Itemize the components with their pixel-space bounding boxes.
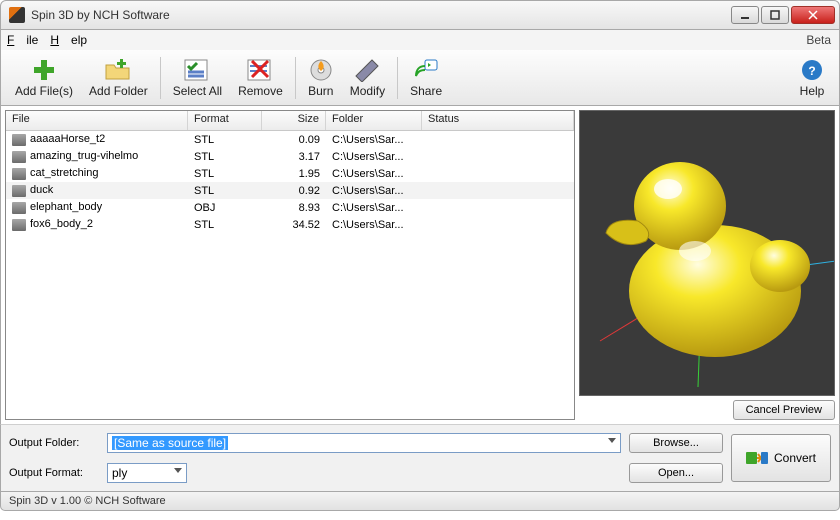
- col-folder[interactable]: Folder: [326, 111, 422, 130]
- plus-icon: [31, 57, 57, 83]
- select-all-button[interactable]: Select All: [165, 55, 230, 100]
- menu-file[interactable]: File: [7, 33, 38, 47]
- table-row[interactable]: fox6_body_2STL34.52C:\Users\Sar...: [6, 216, 574, 233]
- col-file[interactable]: File: [6, 111, 188, 130]
- open-button[interactable]: Open...: [629, 463, 723, 483]
- app-icon: [9, 7, 25, 23]
- output-folder-combo[interactable]: [Same as source file]: [107, 433, 621, 453]
- table-row[interactable]: elephant_bodyOBJ8.93C:\Users\Sar...: [6, 199, 574, 216]
- menu-bar: File Help Beta: [0, 30, 840, 50]
- col-format[interactable]: Format: [188, 111, 262, 130]
- title-bar: Spin 3D by NCH Software: [0, 0, 840, 30]
- file-icon: [12, 134, 26, 146]
- file-icon: [12, 185, 26, 197]
- share-icon: [413, 57, 439, 83]
- file-list[interactable]: File Format Size Folder Status aaaaaHors…: [5, 110, 575, 420]
- column-headers: File Format Size Folder Status: [6, 111, 574, 131]
- file-icon: [12, 202, 26, 214]
- file-icon: [12, 151, 26, 163]
- minimize-button[interactable]: [731, 6, 759, 24]
- folder-plus-icon: [105, 57, 131, 83]
- preview-3d[interactable]: [579, 110, 835, 396]
- close-button[interactable]: [791, 6, 835, 24]
- table-row[interactable]: amazing_trug-vihelmoSTL3.17C:\Users\Sar.…: [6, 148, 574, 165]
- output-format-combo[interactable]: ply: [107, 463, 187, 483]
- convert-button[interactable]: Convert: [731, 434, 831, 482]
- toolbar-separator: [295, 57, 296, 99]
- share-button[interactable]: Share: [402, 55, 450, 100]
- output-format-label: Output Format:: [9, 467, 99, 479]
- checklist-icon: [184, 57, 210, 83]
- table-row[interactable]: cat_stretchingSTL1.95C:\Users\Sar...: [6, 165, 574, 182]
- remove-button[interactable]: Remove: [230, 55, 291, 100]
- help-button[interactable]: ? Help: [791, 55, 833, 100]
- modify-icon: [354, 57, 380, 83]
- output-panel: Output Folder: [Same as source file] Bro…: [0, 424, 840, 491]
- modify-button[interactable]: Modify: [342, 55, 393, 100]
- status-bar: Spin 3D v 1.00 © NCH Software: [0, 491, 840, 511]
- table-row[interactable]: aaaaaHorse_t2STL0.09C:\Users\Sar...: [6, 131, 574, 148]
- browse-button[interactable]: Browse...: [629, 433, 723, 453]
- col-size[interactable]: Size: [262, 111, 326, 130]
- window-title: Spin 3D by NCH Software: [31, 8, 729, 22]
- maximize-button[interactable]: [761, 6, 789, 24]
- menu-help[interactable]: Help: [50, 33, 87, 47]
- burn-button[interactable]: Burn: [300, 55, 342, 100]
- beta-label: Beta: [806, 33, 831, 47]
- help-icon: ?: [799, 57, 825, 83]
- svg-text:?: ?: [808, 64, 815, 78]
- toolbar-separator: [160, 57, 161, 99]
- burn-icon: [308, 57, 334, 83]
- file-icon: [12, 219, 26, 231]
- table-row[interactable]: duckSTL0.92C:\Users\Sar...: [6, 182, 574, 199]
- col-status[interactable]: Status: [422, 111, 574, 130]
- file-icon: [12, 168, 26, 180]
- output-folder-label: Output Folder:: [9, 437, 99, 449]
- chevron-down-icon: [608, 438, 616, 443]
- toolbar: Add File(s) Add Folder Select All Remove…: [0, 50, 840, 106]
- toolbar-separator: [397, 57, 398, 99]
- add-files-button[interactable]: Add File(s): [7, 55, 81, 100]
- convert-icon: [746, 448, 768, 468]
- cancel-preview-button[interactable]: Cancel Preview: [733, 400, 835, 420]
- remove-icon: [247, 57, 273, 83]
- chevron-down-icon: [174, 468, 182, 473]
- add-folder-button[interactable]: Add Folder: [81, 55, 156, 100]
